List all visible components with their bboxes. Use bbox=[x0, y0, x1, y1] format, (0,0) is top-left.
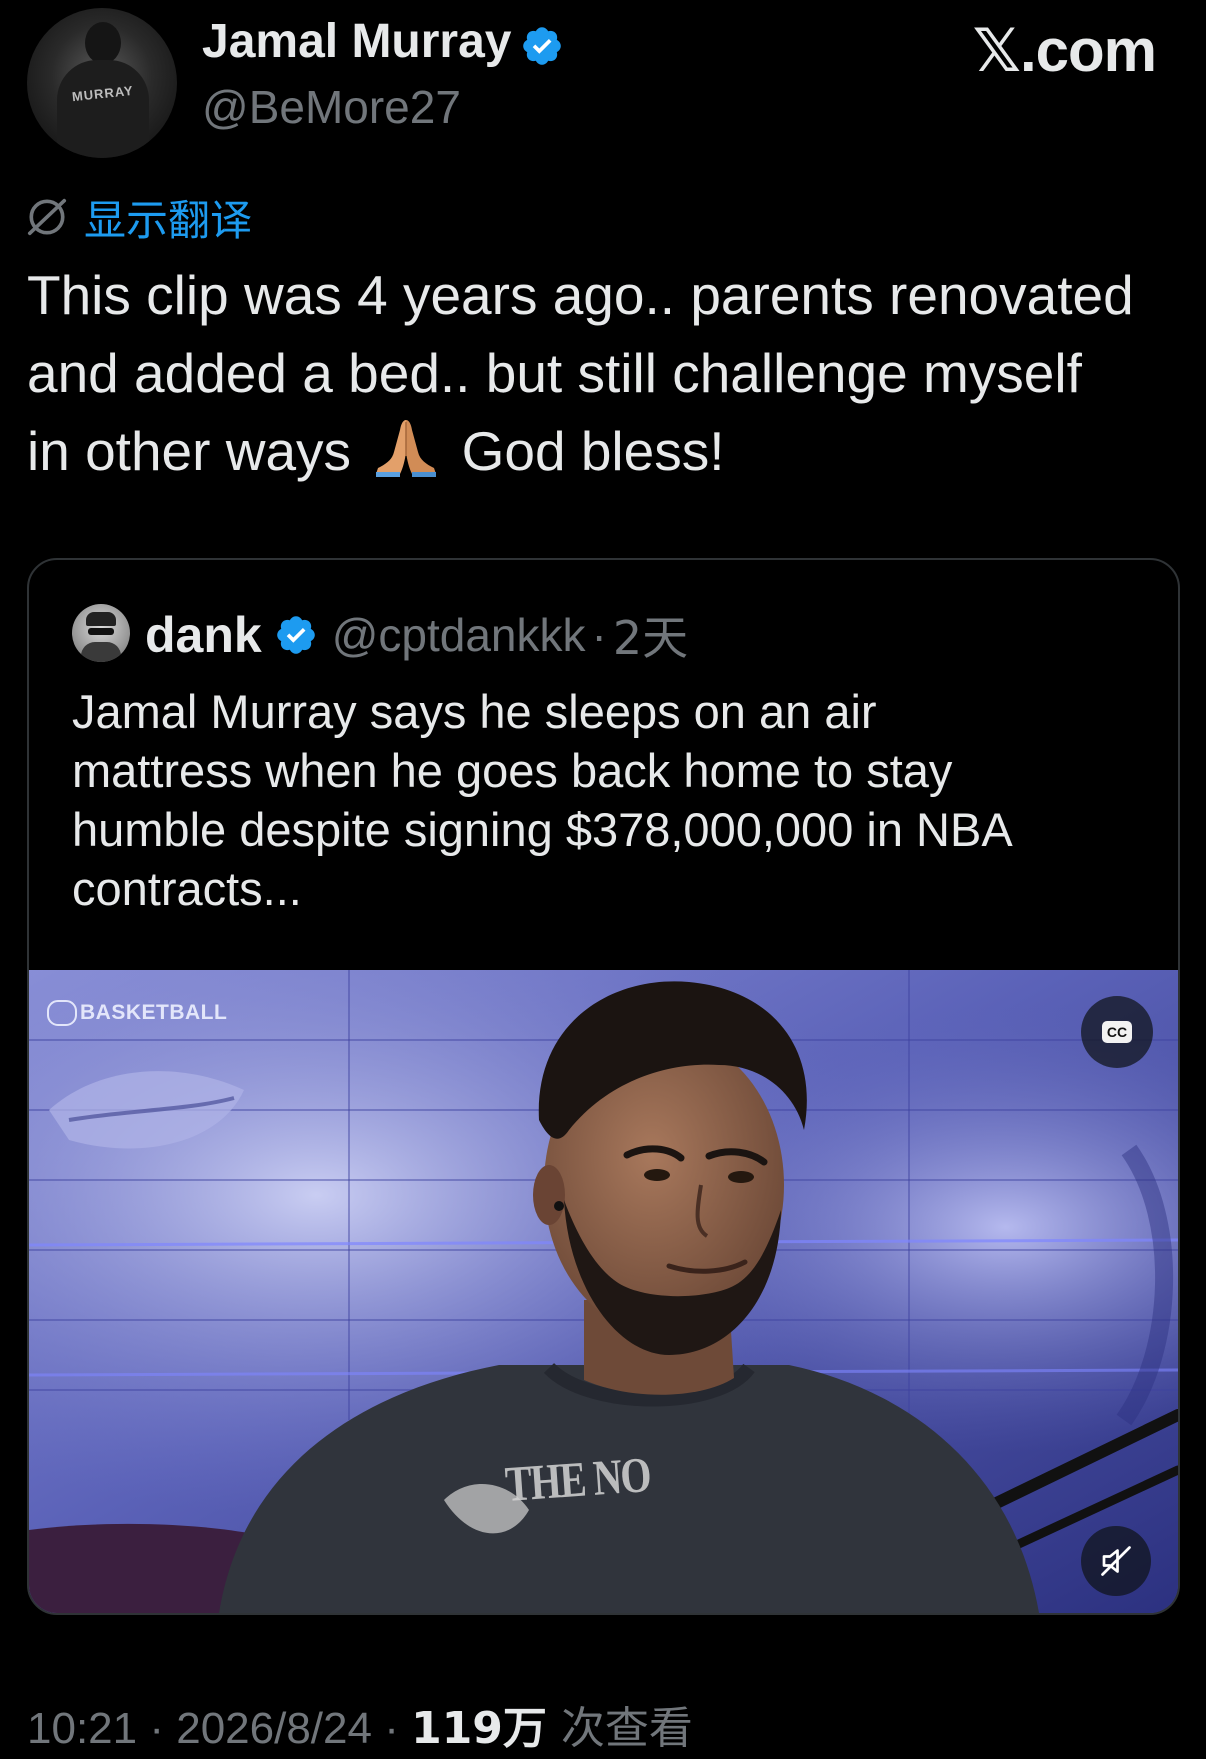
meta-separator: · bbox=[137, 1704, 177, 1753]
avatar-hat bbox=[86, 612, 116, 626]
tweet-line-3: in other ways God bless! bbox=[27, 412, 1187, 490]
quoted-line: mattress when he goes back home to stay bbox=[72, 744, 953, 797]
author-display-name[interactable]: Jamal Murray bbox=[202, 14, 512, 69]
tweet-text: This clip was 4 years ago.. parents reno… bbox=[27, 256, 1187, 490]
quoted-tweet-card[interactable]: dank @cptdankkk · 2天 Jamal Murray says h… bbox=[27, 558, 1180, 1615]
mute-toggle-button[interactable] bbox=[1081, 1526, 1151, 1596]
author-avatar[interactable]: MURRAY bbox=[27, 8, 177, 158]
show-translation-label: 显示翻译 bbox=[84, 195, 253, 245]
quoted-author-avatar[interactable] bbox=[72, 604, 130, 662]
quoted-line: humble despite signing $378,000,000 in N… bbox=[72, 803, 1013, 856]
tweet-detail-page: MURRAY Jamal Murray @BeMore27 𝕏.com 显示翻译… bbox=[0, 0, 1206, 1759]
meta-separator: · bbox=[591, 609, 607, 661]
showtime-basketball-logo: BASKETBALL bbox=[47, 1000, 227, 1026]
quoted-author-name[interactable]: dank bbox=[145, 606, 262, 664]
quoted-tweet-time[interactable]: 2天 bbox=[613, 602, 688, 668]
tweet-time[interactable]: 10:21 bbox=[27, 1704, 137, 1753]
avatar-head bbox=[85, 22, 121, 64]
folded-hands-icon bbox=[376, 420, 437, 477]
video-frame bbox=[29, 970, 1178, 1613]
tweet-date[interactable]: 2026/8/24 bbox=[176, 1704, 372, 1753]
quoted-line: Jamal Murray says he sleeps on an air bbox=[72, 685, 877, 738]
avatar-glasses bbox=[88, 628, 114, 635]
showtime-logo-icon bbox=[47, 1000, 77, 1026]
show-translation-button[interactable]: 显示翻译 bbox=[24, 192, 252, 245]
cc-icon: CC bbox=[1102, 1021, 1132, 1043]
quoted-author-handle[interactable]: @cptdankkk bbox=[332, 608, 586, 662]
tweet-line: This clip was 4 years ago.. parents reno… bbox=[27, 264, 1134, 326]
tweet-timestamp: 10:21 · 2026/8/24 · 119万 次查看 bbox=[27, 1692, 693, 1756]
verified-badge-icon bbox=[276, 616, 315, 654]
quoted-tweet-text: Jamal Murray says he sleeps on an air ma… bbox=[72, 682, 1152, 918]
tweet-line: in other ways bbox=[27, 420, 352, 482]
avatar-torso bbox=[81, 642, 121, 662]
site-watermark: 𝕏.com bbox=[972, 16, 1157, 86]
shirt-print-text: THE NO bbox=[503, 1446, 652, 1512]
avatar-body bbox=[57, 60, 149, 158]
meta-separator: · bbox=[371, 1704, 412, 1753]
captions-button[interactable]: CC bbox=[1081, 996, 1153, 1068]
verified-badge-icon bbox=[523, 27, 561, 65]
view-count[interactable]: 119万 bbox=[411, 1703, 547, 1754]
view-count-label: 次查看 bbox=[546, 1703, 693, 1754]
translate-globe-icon bbox=[27, 198, 67, 236]
x-logo-icon: 𝕏 bbox=[972, 16, 1021, 86]
tweet-line: and added a bed.. but still challenge my… bbox=[27, 342, 1082, 404]
brand-label: BASKETBALL bbox=[80, 1001, 228, 1024]
embedded-video[interactable]: BASKETBALL THE NO CC bbox=[29, 970, 1178, 1613]
tweet-line-tail: God bless! bbox=[461, 420, 725, 482]
author-handle[interactable]: @BeMore27 bbox=[202, 80, 461, 134]
quoted-tweet-meta: dank @cptdankkk · 2天 bbox=[145, 600, 688, 670]
quoted-line: contracts... bbox=[72, 862, 302, 915]
muted-speaker-icon bbox=[1101, 1546, 1131, 1576]
